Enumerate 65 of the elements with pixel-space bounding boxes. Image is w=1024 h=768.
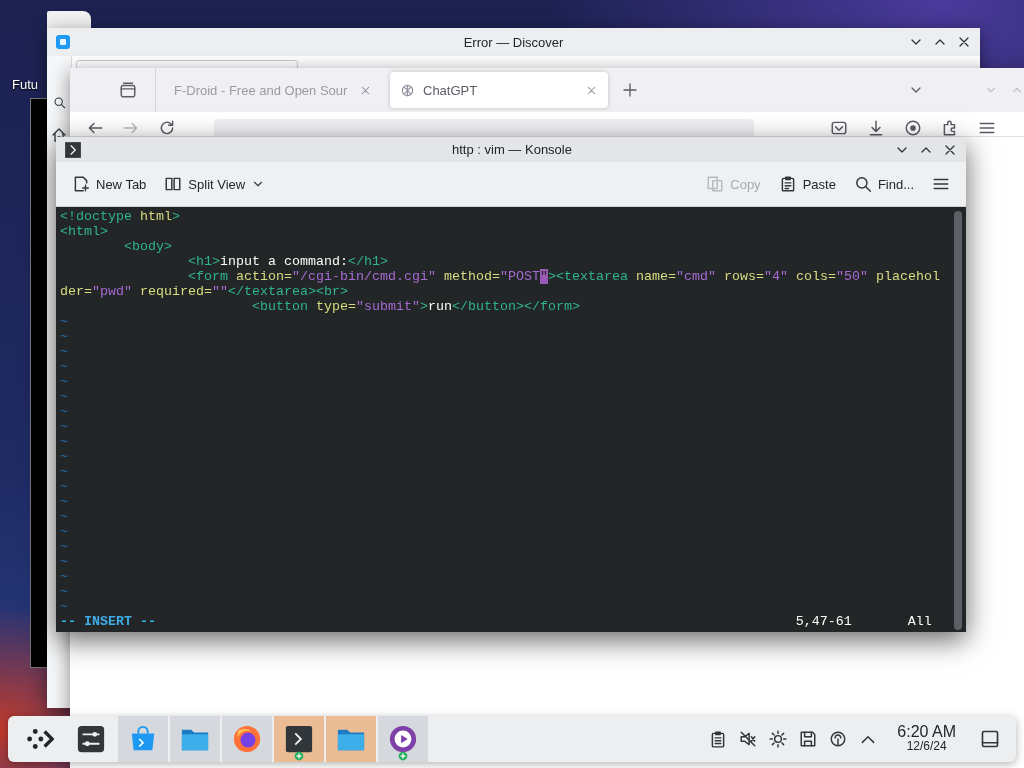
cursor-position: 5,47-61 (795, 614, 853, 629)
knot-icon (400, 82, 415, 98)
code-line: <form action="/cgi-bin/cmd.cgi" method="POST"><textarea name="cmd" rows="4" cols="50" placehol (187, 269, 940, 284)
app-icon (55, 34, 71, 50)
scroll-position: All (907, 614, 933, 629)
code-line: <html> (60, 224, 108, 239)
search-icon (853, 175, 872, 193)
empty-line-marker: ~ (60, 479, 68, 494)
code-line: <h1>input a command:</h1> (187, 254, 388, 269)
empty-line-marker: ~ (60, 599, 68, 614)
code-line: <body> (123, 239, 172, 254)
account-icon[interactable] (904, 119, 922, 136)
copy-icon (706, 175, 725, 193)
empty-line-marker: ~ (60, 404, 68, 419)
toolbar-button[interactable]: Split View (158, 171, 272, 197)
terminal-icon (64, 140, 82, 159)
gauge-icon[interactable] (829, 730, 848, 748)
clock-time[interactable]: 6:20 AM (897, 724, 956, 739)
empty-line-marker: ~ (60, 434, 68, 449)
empty-line-marker: ~ (60, 524, 68, 539)
toolbar-button[interactable]: New Tab (66, 171, 153, 197)
browser-icon (232, 724, 262, 754)
terminal-icon (284, 724, 314, 754)
reload-icon[interactable] (158, 119, 176, 136)
empty-line-marker: ~ (60, 389, 68, 404)
play-icon (388, 724, 418, 754)
sidebar-icon[interactable] (119, 81, 137, 99)
empty-line-marker: ~ (60, 344, 68, 359)
empty-line-marker: ~ (60, 314, 68, 329)
window-title: http : vim — Konsole (451, 142, 573, 157)
sliders-icon (76, 724, 106, 754)
taskbar-button[interactable] (378, 716, 428, 762)
toolbar-button[interactable]: Find... (847, 171, 920, 197)
empty-line-marker: ~ (60, 374, 68, 389)
window-title: Error — Discover (462, 34, 565, 50)
empty-line-marker: ~ (60, 359, 68, 374)
mode-indicator: -- INSERT -- (60, 614, 157, 629)
desktop-icon[interactable] (980, 729, 1000, 749)
muted-speaker-icon[interactable] (739, 730, 758, 748)
icon-label[interactable]: Futu (12, 77, 38, 92)
new-tab-icon (72, 175, 90, 193)
toolbar-button[interactable]: Paste (772, 171, 842, 197)
empty-line-marker: ~ (60, 494, 68, 509)
empty-line-marker: ~ (60, 464, 68, 479)
empty-line-marker: ~ (60, 419, 68, 434)
taskbar-button[interactable] (274, 716, 324, 762)
clock-date[interactable]: 12/6/24 (906, 739, 947, 754)
brightness-icon[interactable] (769, 730, 788, 748)
plus-icon[interactable] (622, 82, 638, 98)
code-line: <button type="submit">run</button></form> (250, 299, 580, 314)
code-line: <!doctype html> (60, 209, 180, 224)
empty-line-marker: ~ (60, 539, 68, 554)
empty-line-marker: ~ (60, 329, 68, 344)
split-view-icon (164, 175, 183, 193)
pocket-icon[interactable] (830, 119, 848, 136)
empty-line-marker: ~ (60, 554, 68, 569)
download-icon[interactable] (867, 119, 885, 136)
code-line: der="pwd" required=""</textarea><br> (60, 284, 348, 299)
browser-tab[interactable]: ChatGPT (390, 72, 608, 108)
search-icon[interactable] (52, 96, 66, 109)
empty-line-marker: ~ (60, 584, 68, 599)
empty-line-marker: ~ (60, 569, 68, 584)
empty-line-marker: ~ (60, 509, 68, 524)
empty-line-marker: ~ (60, 449, 68, 464)
scrollbar[interactable] (954, 211, 962, 630)
